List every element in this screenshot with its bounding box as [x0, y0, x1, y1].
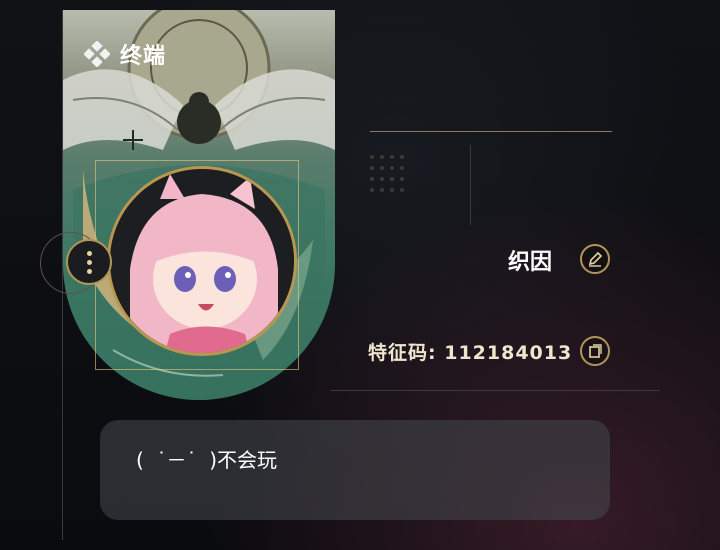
player-nickname: 织因 [508, 250, 553, 275]
pen-icon [588, 251, 603, 267]
copy-uid-button[interactable] [580, 336, 610, 366]
uid-row: 特征码: 112184013 [368, 338, 572, 365]
divider-line [330, 390, 660, 391]
diamond-cluster-icon [84, 41, 110, 67]
edit-name-button[interactable] [580, 244, 610, 274]
signature-text: ( ˙－˙ )不会玩 [136, 448, 278, 472]
terminal-title: 终端 [120, 44, 167, 69]
top-divider-line [370, 131, 612, 132]
decorative-dots [370, 155, 410, 195]
uid-value: 112184013 [444, 342, 573, 364]
uid-label: 特征码: [368, 342, 437, 364]
more-options-button[interactable] [66, 239, 112, 285]
terminal-header: 终端 [84, 38, 166, 70]
more-vertical-icon [86, 250, 92, 256]
avatar[interactable] [107, 166, 297, 356]
signature-box[interactable]: ( ˙－˙ )不会玩 [100, 420, 610, 520]
avatar-image [110, 169, 294, 353]
copy-icon [589, 344, 602, 358]
divider-line [470, 145, 471, 225]
